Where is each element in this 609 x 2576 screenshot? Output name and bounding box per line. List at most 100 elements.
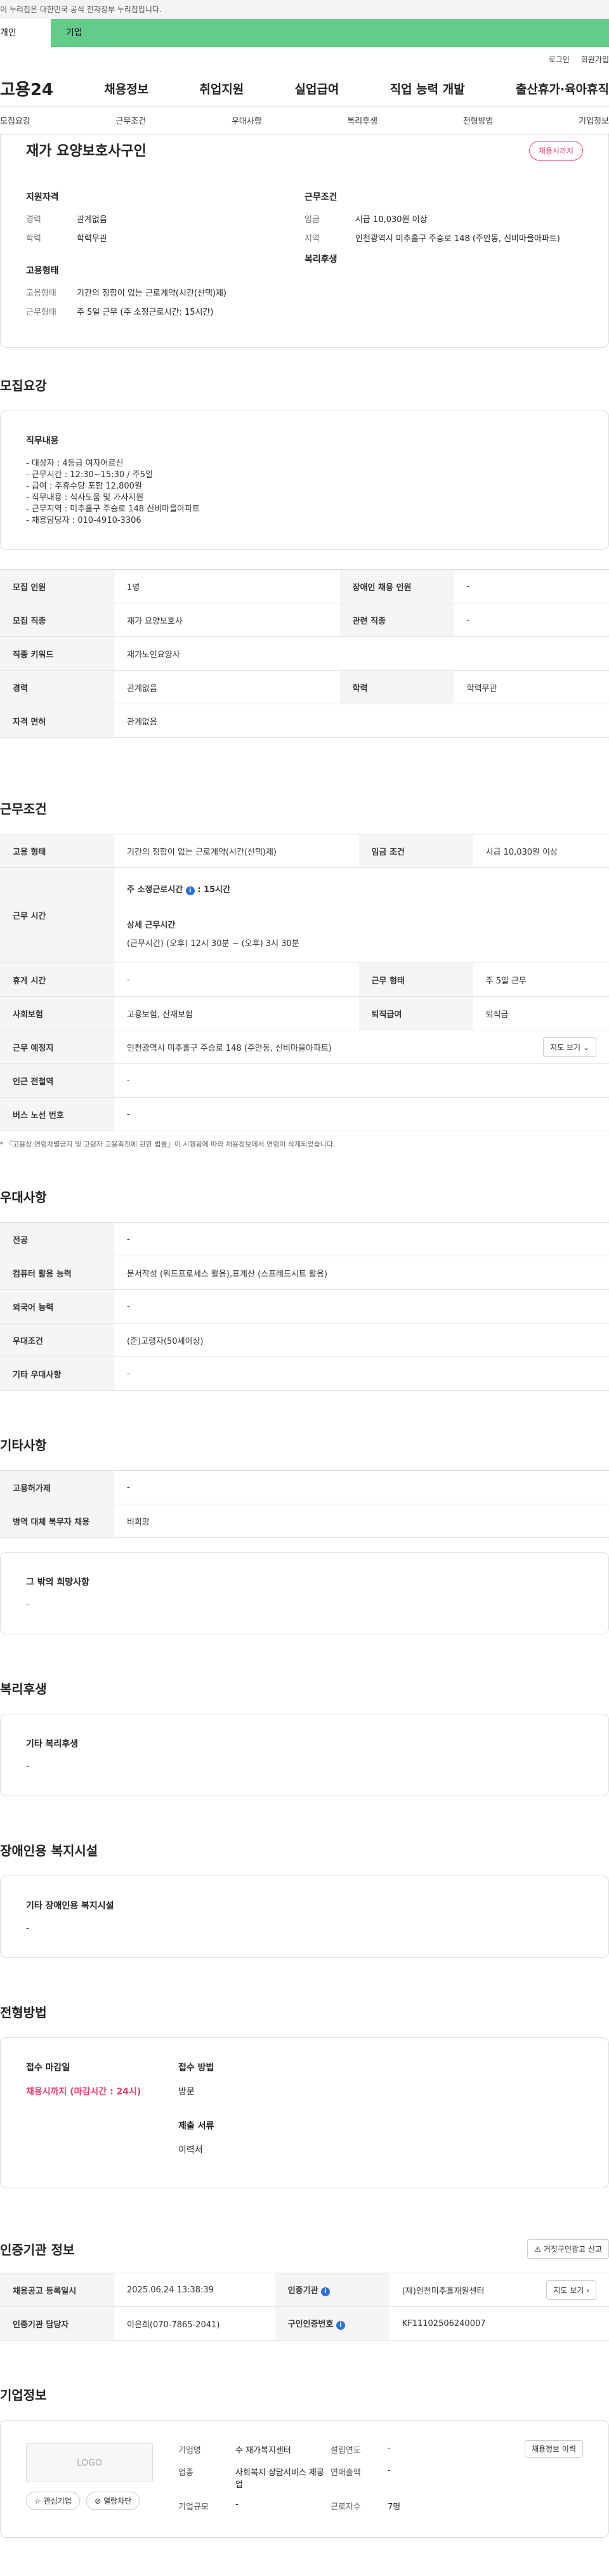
condition-title: 근무조건 xyxy=(304,192,337,202)
favorite-label: 관심기업 xyxy=(43,2497,72,2506)
anchor-welfare[interactable]: 복리후생 xyxy=(347,114,377,126)
table-cell: 기간의 정함이 없는 근로계약(시간(선택)제) xyxy=(114,834,359,868)
company-box: LOGO ☆ 관심기업 ⊘ 열람차단 기업명 수 재가복지센터 설립연도 - 업종 사… xyxy=(0,2420,609,2538)
table-header: 관련 직종 xyxy=(339,603,454,637)
site-logo[interactable]: 고용24 xyxy=(0,77,53,100)
job-description-title: 직무내용 xyxy=(26,436,59,446)
signup-link[interactable]: 회원가입 xyxy=(581,54,609,65)
table-header: 고용 형태 xyxy=(0,834,114,868)
size-label: 기업규모 xyxy=(178,2502,209,2512)
company-info-grid: 기업명 수 재가복지센터 설립연도 - 업종 사회복지 상담서비스 제공업 연매출액 -… xyxy=(178,2443,464,2514)
agency-map-label: 지도 보기 xyxy=(553,2285,584,2295)
user-type-tabs: 개인 기업 xyxy=(0,19,609,47)
table-cell: KF11102506240007 xyxy=(389,2306,609,2341)
agency-table: 채용공고 등록일시 2025.06.24 13:38:39 인증기관 i (재)인… xyxy=(0,2273,609,2341)
anchor-company[interactable]: 기업정보 xyxy=(579,114,609,126)
table-cell: 퇴직금 xyxy=(473,996,609,1030)
weekly-hours-label: 주 소정근로시간 xyxy=(127,884,183,895)
table-cell: 시급 10,030원 이상 xyxy=(473,834,609,868)
info-icon[interactable]: i xyxy=(321,2287,331,2296)
work-table: 고용 형태 기간의 정함이 없는 근로계약(시간(선택)제) 임금 조건 시급 10… xyxy=(0,834,609,1131)
table-header: 채용공고 등록일시 xyxy=(0,2273,114,2307)
block-button[interactable]: ⊘ 열람차단 xyxy=(86,2492,140,2510)
emp-label: 근무형태 xyxy=(26,308,56,317)
year-label: 설립연도 xyxy=(331,2446,361,2455)
industry-value: 사회복지 상담서비스 제공업 xyxy=(235,2468,324,2490)
table-row: 근무 예정지 인천광역시 미추홀구 주승로 148 (주안동, 신비마을아파트)… xyxy=(0,1030,609,1064)
nav-item-leave[interactable]: 출산휴가·육아휴직 xyxy=(516,80,609,97)
wish-value: - xyxy=(26,1600,29,1610)
anchor-work[interactable]: 근무조건 xyxy=(115,114,146,126)
tab-personal[interactable]: 개인 xyxy=(0,19,51,47)
star-icon: ☆ xyxy=(34,2497,41,2506)
selection-box: 접수 마감일 채용시까지 (마감시간 : 24시) 접수 방법 방문 제출 서류… xyxy=(0,2037,609,2188)
table-row: 병역 대체 복무자 채용 비희망 xyxy=(0,1504,609,1538)
docs-label: 제출 서류 xyxy=(178,2121,214,2131)
info-icon[interactable]: i xyxy=(336,2321,346,2330)
table-row: 우대조건 (준)고령자(50세이상) xyxy=(0,1323,609,1357)
table-row: 채용공고 등록일시 2025.06.24 13:38:39 인증기관 i (재)인… xyxy=(0,2273,609,2307)
description-line: - 대상자 : 4등급 여자어르신 xyxy=(26,459,124,468)
anchor-selection[interactable]: 전형방법 xyxy=(463,114,494,126)
work-place-value: 인천광역시 미추홀구 주승로 148 (주안동, 신비마을아파트) xyxy=(127,1043,332,1053)
tab-company[interactable]: 기업 xyxy=(51,19,609,47)
method-label: 접수 방법 xyxy=(178,2063,214,2073)
table-cell: - xyxy=(114,1063,609,1098)
agency-header: 인증기관 정보 ⚠ 거짓구인광고 신고 xyxy=(0,2239,609,2259)
map-button[interactable]: 지도 보기 ⌄ xyxy=(543,1037,596,1057)
agency-map-button[interactable]: 지도 보기 › xyxy=(546,2280,596,2300)
anchor-recruit[interactable]: 모집요강 xyxy=(0,114,30,126)
table-header: 근무 형태 xyxy=(358,963,473,997)
table-cell: (재)인천미추홀재원센터 지도 보기 › xyxy=(389,2273,609,2307)
size-value: - xyxy=(235,2500,239,2509)
table-cell: - xyxy=(454,603,609,637)
table-cell: 1명 xyxy=(114,569,340,603)
table-cell: 학력무관 xyxy=(454,670,609,704)
table-row: 직종 키워드 재가노인요양사 xyxy=(0,636,609,671)
table-row: 인근 전철역 - xyxy=(0,1063,609,1098)
table-row: 고용 형태 기간의 정함이 없는 근로계약(시간(선택)제) 임금 조건 시급 10… xyxy=(0,834,609,868)
description-line: - 직무내용 : 식사도움 및 가사지원 xyxy=(26,493,144,503)
facility-value: - xyxy=(26,1924,29,1933)
table-cell: - xyxy=(114,1470,609,1504)
nav-item-training[interactable]: 직업 능력 개발 xyxy=(390,80,465,97)
description-line: - 급여 : 주휴수당 포함 12,800원 xyxy=(26,482,142,491)
section-anchor-nav: 모집요강 근무조건 우대사항 복리후생 전형방법 기업정보 xyxy=(0,107,609,135)
sales-value: - xyxy=(388,2466,391,2475)
table-cell: 재가노인요양사 xyxy=(114,636,609,671)
login-link[interactable]: 로그인 xyxy=(549,54,570,65)
alert-icon: ⚠ xyxy=(534,2245,542,2254)
table-cell: 고용보험, 산재보험 xyxy=(114,996,359,1030)
nav-item-jobs[interactable]: 채용정보 xyxy=(104,80,148,97)
table-cell: - xyxy=(114,1097,609,1131)
preference-table: 전공 - 컴퓨터 활용 능력 문서작성 (워드프로세스 활용),표계산 (스프레드시… xyxy=(0,1222,609,1391)
table-header: 휴게 시간 xyxy=(0,963,114,997)
company-name-value: 수 재가복지센터 xyxy=(235,2446,291,2455)
info-icon[interactable]: i xyxy=(185,886,195,895)
table-header: 외국어 능력 xyxy=(0,1289,114,1324)
qual-value: 관계없음 xyxy=(77,215,107,225)
table-row: 전공 - xyxy=(0,1222,609,1256)
chevron-down-icon: ⌄ xyxy=(582,1042,589,1052)
wish-title: 그 밖의 희망사항 xyxy=(26,1577,89,1587)
table-row: 사회보험 고용보험, 산재보험 퇴직급여 퇴직금 xyxy=(0,996,609,1030)
qualification-title: 지원자격 xyxy=(26,192,59,202)
favorite-button[interactable]: ☆ 관심기업 xyxy=(26,2492,80,2510)
section-title-other: 기타사항 xyxy=(0,1438,47,1453)
nav-item-unemployment[interactable]: 실업급여 xyxy=(294,80,339,97)
table-cell: - xyxy=(454,569,609,603)
table-row: 고용허가제 - xyxy=(0,1470,609,1504)
table-row: 근무 시간 주 소정근로시간 i : 15시간 상세 근무시간 (근무시간) (… xyxy=(0,867,609,963)
section-title-agency: 인증기관 정보 xyxy=(0,2242,75,2257)
emp-value: 주 5일 근무 (주 소정근로시간: 15시간) xyxy=(77,308,214,317)
anchor-pref[interactable]: 우대사항 xyxy=(232,114,262,126)
history-button[interactable]: 채용정보 이력 xyxy=(524,2440,583,2458)
table-cell: 2025.06.24 13:38:39 xyxy=(114,2273,275,2307)
nav-item-support[interactable]: 취업지원 xyxy=(199,80,244,97)
section-title-work: 근무조건 xyxy=(0,801,47,817)
job-summary-card: 재가 요양보호사구인 채용시까지 지원자격 경력 관계없음 학력 학력무관 고용형태… xyxy=(0,133,609,348)
section-title-pref: 우대사항 xyxy=(0,1190,47,1205)
table-cell: 관계없음 xyxy=(114,704,609,738)
table-header: 인증기관 담당자 xyxy=(0,2306,114,2341)
report-button[interactable]: ⚠ 거짓구인광고 신고 xyxy=(527,2239,609,2259)
